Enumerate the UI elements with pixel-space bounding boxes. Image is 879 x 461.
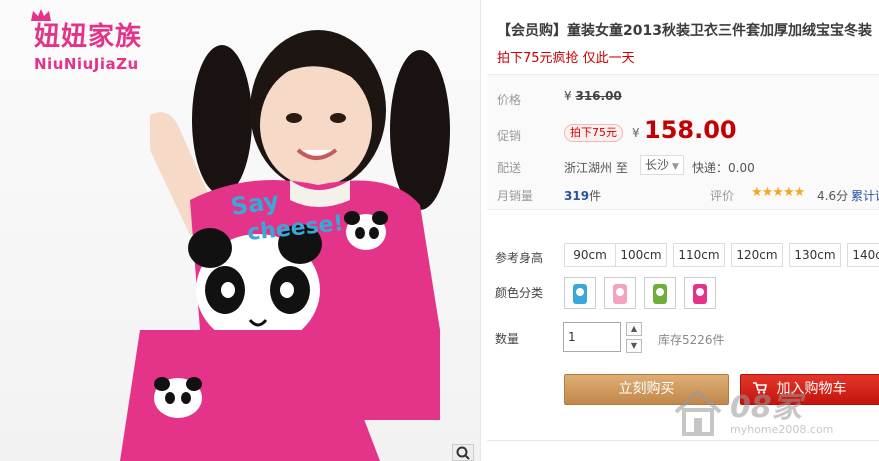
quantity-input[interactable] <box>563 322 621 352</box>
size-option[interactable]: 110cm <box>673 243 725 267</box>
watermark-url: myhome2008.com <box>730 423 834 436</box>
color-swatch-rose[interactable] <box>684 277 716 309</box>
swatch-thumbnail <box>693 284 707 304</box>
shipping-label: 配送 <box>497 161 522 175</box>
sales-count: 319 <box>564 189 590 203</box>
ship-to-value: 长沙 <box>645 158 670 172</box>
zoom-button[interactable] <box>452 444 474 461</box>
currency-symbol: ¥ <box>564 89 572 103</box>
stock-count: 库存5226件 <box>658 333 725 347</box>
brand-name-en: NiuNiuJiaZu <box>34 55 139 73</box>
product-gallery: Say cheese! 妞妞家族 NiuNiuJiaZu <box>0 0 480 461</box>
color-swatch-blue[interactable] <box>564 277 596 309</box>
crown-icon <box>31 9 51 21</box>
sales-label: 月销量 <box>497 189 534 203</box>
cumulative-reviews-link[interactable]: 累计评价 <box>851 187 879 204</box>
swatch-thumbnail <box>613 284 627 304</box>
price-label: 价格 <box>497 93 522 107</box>
price-box: 价格 ¥ 316.00 促销 拍下75元 ¥ 158.00 配送 浙江湖州 至 … <box>487 74 879 210</box>
ship-from: 浙江湖州 至 <box>564 161 628 175</box>
quantity-label: 数量 <box>495 332 520 346</box>
current-price: 158.00 <box>644 116 737 144</box>
original-price: ¥ 316.00 <box>564 89 622 103</box>
size-option[interactable]: 120cm <box>731 243 783 267</box>
brand-logo: 妞妞家族 NiuNiuJiaZu <box>31 9 142 73</box>
color-swatch-pink[interactable] <box>604 277 636 309</box>
size-option[interactable]: 140cm <box>847 243 879 267</box>
sales-unit: 件 <box>589 189 602 203</box>
chevron-down-icon: ▼ <box>672 162 679 172</box>
watermark-text: 08家 <box>730 390 802 425</box>
size-option[interactable]: 130cm <box>789 243 841 267</box>
rating-score: 4.6分 <box>817 189 849 203</box>
size-option[interactable]: 100cm <box>615 243 667 267</box>
promo-label: 促销 <box>497 129 522 143</box>
quantity-decrease-button[interactable]: ▼ <box>626 339 642 353</box>
house-logo-icon <box>674 389 722 436</box>
size-label: 参考身高 <box>495 251 544 265</box>
monthly-sales: 319件 <box>564 187 601 204</box>
original-price-value: 316.00 <box>575 89 622 103</box>
quantity-increase-button[interactable]: ▲ <box>626 322 642 336</box>
current-currency: ¥ <box>632 126 640 140</box>
product-subtitle: 拍下75元疯抢 仅此一天 <box>497 51 635 66</box>
size-option[interactable]: 90cm <box>564 243 616 267</box>
ship-to-select[interactable]: 长沙 ▼ <box>640 155 684 175</box>
color-swatch-green[interactable] <box>644 277 676 309</box>
product-title[interactable]: 【会员购】童装女童2013秋装卫衣三件套加厚加绒宝宝冬装 <box>497 20 879 40</box>
swatch-thumbnail <box>573 284 587 304</box>
site-watermark: 08家 myhome2008.com <box>668 382 868 457</box>
express-fee: 快递：0.00 <box>692 161 755 175</box>
promo-badge: 拍下75元 <box>564 124 623 142</box>
color-label: 颜色分类 <box>495 286 544 300</box>
rating-stars-icon: ★★★★★ <box>751 185 805 200</box>
rating-label: 评价 <box>710 189 735 203</box>
swatch-thumbnail <box>653 284 667 304</box>
magnifier-icon <box>456 446 470 460</box>
